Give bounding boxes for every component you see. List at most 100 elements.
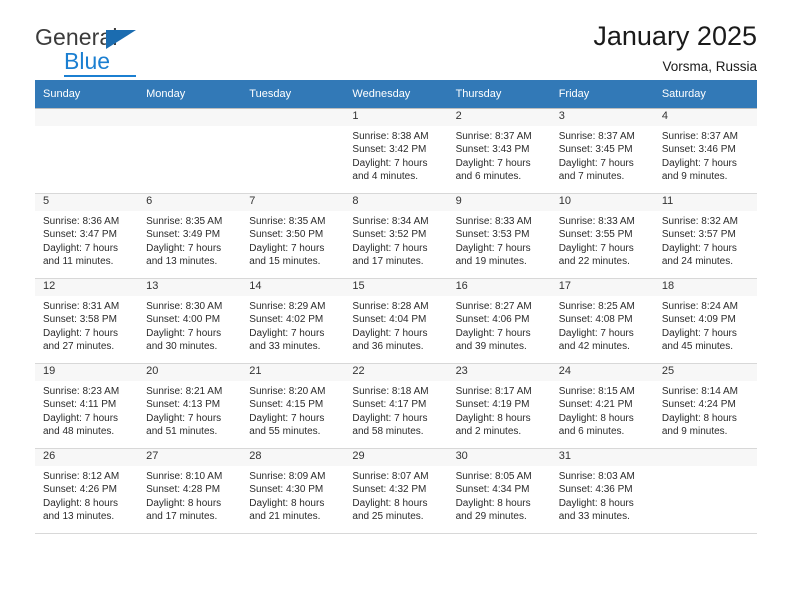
daylight-text-line2: and 48 minutes. xyxy=(43,426,115,438)
daylight-text-line1: Daylight: 7 hours xyxy=(43,327,119,339)
calendar-day-cell[interactable]: 15 Sunrise: 8:28 AM Sunset: 4:04 PM Dayligh… xyxy=(344,278,448,364)
sunset-text: Sunset: 4:19 PM xyxy=(455,399,530,411)
day-number: 22 xyxy=(344,364,448,381)
daylight-text-line2: and 17 minutes. xyxy=(352,256,424,268)
calendar-day-cell[interactable]: 3 Sunrise: 8:37 AM Sunset: 3:45 PM Daylight… xyxy=(550,108,654,194)
sunset-text: Sunset: 3:53 PM xyxy=(455,229,530,241)
calendar-day-cell[interactable]: 21 Sunrise: 8:20 AM Sunset: 4:15 PM Dayligh… xyxy=(241,363,345,449)
sunset-text: Sunset: 4:32 PM xyxy=(352,484,427,496)
calendar-day-cell[interactable]: 29 Sunrise: 8:07 AM Sunset: 4:32 PM Dayligh… xyxy=(344,448,448,534)
day-number: 13 xyxy=(138,279,242,296)
calendar-page: General Blue January 2025 Vorsma, Russia… xyxy=(0,0,792,612)
daylight-text-line2: and 39 minutes. xyxy=(455,341,527,353)
daylight-text-line1: Daylight: 8 hours xyxy=(249,497,325,509)
calendar-day-cell[interactable]: 24 Sunrise: 8:15 AM Sunset: 4:21 PM Dayligh… xyxy=(550,363,654,449)
calendar-day-cell[interactable]: 6 Sunrise: 8:35 AM Sunset: 3:49 PM Daylight… xyxy=(138,193,242,279)
calendar-week-row: 19 Sunrise: 8:23 AM Sunset: 4:11 PM Dayligh… xyxy=(35,363,757,449)
day-number: 6 xyxy=(138,194,242,211)
sunrise-text: Sunrise: 8:37 AM xyxy=(455,131,532,142)
calendar-day-cell[interactable]: 30 Sunrise: 8:05 AM Sunset: 4:34 PM Dayligh… xyxy=(447,448,551,534)
calendar-day-cell[interactable]: 9 Sunrise: 8:33 AM Sunset: 3:53 PM Daylight… xyxy=(447,193,551,279)
daylight-text-line2: and 55 minutes. xyxy=(249,426,321,438)
day-number: 11 xyxy=(653,194,757,211)
sunrise-text: Sunrise: 8:33 AM xyxy=(455,216,532,227)
calendar-day-cell[interactable]: 12 Sunrise: 8:31 AM Sunset: 3:58 PM Dayligh… xyxy=(35,278,139,364)
calendar-day-cell[interactable]: 1 Sunrise: 8:38 AM Sunset: 3:42 PM Daylight… xyxy=(344,108,448,194)
weekday-header-sunday: Sunday xyxy=(35,80,139,109)
sunrise-text: Sunrise: 8:31 AM xyxy=(43,301,120,312)
daylight-text-line2: and 13 minutes. xyxy=(146,256,218,268)
calendar-week-row: 5 Sunrise: 8:36 AM Sunset: 3:47 PM Daylight… xyxy=(35,193,757,279)
calendar-day-cell[interactable]: 27 Sunrise: 8:10 AM Sunset: 4:28 PM Dayligh… xyxy=(138,448,242,534)
daylight-text-line1: Daylight: 7 hours xyxy=(43,412,119,424)
sunset-text: Sunset: 3:57 PM xyxy=(661,229,736,241)
calendar-day-cell[interactable]: 17 Sunrise: 8:25 AM Sunset: 4:08 PM Dayligh… xyxy=(550,278,654,364)
calendar-empty-cell xyxy=(241,108,345,194)
daylight-text-line2: and 19 minutes. xyxy=(455,256,527,268)
calendar-day-cell[interactable]: 4 Sunrise: 8:37 AM Sunset: 3:46 PM Daylight… xyxy=(653,108,757,194)
sunset-text: Sunset: 4:06 PM xyxy=(455,314,530,326)
day-number: 31 xyxy=(550,449,654,466)
calendar-day-cell[interactable]: 23 Sunrise: 8:17 AM Sunset: 4:19 PM Dayligh… xyxy=(447,363,551,449)
day-number: 24 xyxy=(550,364,654,381)
calendar-empty-cell xyxy=(138,108,242,194)
calendar-day-cell[interactable]: 25 Sunrise: 8:14 AM Sunset: 4:24 PM Dayligh… xyxy=(653,363,757,449)
calendar-empty-cell xyxy=(35,108,139,194)
sunrise-text: Sunrise: 8:23 AM xyxy=(43,386,120,397)
sunset-text: Sunset: 4:36 PM xyxy=(558,484,633,496)
sunrise-text: Sunrise: 8:03 AM xyxy=(558,471,635,482)
calendar-day-cell[interactable]: 10 Sunrise: 8:33 AM Sunset: 3:55 PM Dayligh… xyxy=(550,193,654,279)
day-details: Sunrise: 8:37 AM Sunset: 3:43 PM Daylight:… xyxy=(448,126,551,184)
day-number: 26 xyxy=(35,449,139,466)
calendar-day-cell[interactable]: 19 Sunrise: 8:23 AM Sunset: 4:11 PM Dayligh… xyxy=(35,363,139,449)
calendar-day-cell[interactable]: 20 Sunrise: 8:21 AM Sunset: 4:13 PM Dayligh… xyxy=(138,363,242,449)
day-details: Sunrise: 8:03 AM Sunset: 4:36 PM Daylight:… xyxy=(551,466,654,524)
calendar-day-cell[interactable]: 14 Sunrise: 8:29 AM Sunset: 4:02 PM Dayligh… xyxy=(241,278,345,364)
sunset-text: Sunset: 4:30 PM xyxy=(249,484,324,496)
general-blue-logo[interactable]: General Blue xyxy=(35,26,215,78)
day-details: Sunrise: 8:31 AM Sunset: 3:58 PM Daylight:… xyxy=(35,296,138,354)
day-details: Sunrise: 8:20 AM Sunset: 4:15 PM Daylight:… xyxy=(241,381,344,439)
calendar-day-cell[interactable]: 8 Sunrise: 8:34 AM Sunset: 3:52 PM Daylight… xyxy=(344,193,448,279)
daylight-text-line2: and 45 minutes. xyxy=(661,341,734,353)
sunrise-text: Sunrise: 8:20 AM xyxy=(249,386,326,397)
calendar-day-cell[interactable]: 22 Sunrise: 8:18 AM Sunset: 4:17 PM Dayligh… xyxy=(344,363,448,449)
sunset-text: Sunset: 4:00 PM xyxy=(146,314,221,326)
sunrise-text: Sunrise: 8:36 AM xyxy=(43,216,120,227)
sunset-text: Sunset: 4:26 PM xyxy=(43,484,117,496)
day-number: 9 xyxy=(447,194,551,211)
daylight-text-line1: Daylight: 8 hours xyxy=(146,497,222,509)
calendar-week-row: 1 Sunrise: 8:38 AM Sunset: 3:42 PM Daylight… xyxy=(35,108,757,194)
sunset-text: Sunset: 4:04 PM xyxy=(352,314,427,326)
day-details: Sunrise: 8:27 AM Sunset: 4:06 PM Daylight:… xyxy=(448,296,551,354)
calendar-day-cell[interactable]: 5 Sunrise: 8:36 AM Sunset: 3:47 PM Daylight… xyxy=(35,193,139,279)
daylight-text-line2: and 2 minutes. xyxy=(455,426,522,438)
day-details: Sunrise: 8:09 AM Sunset: 4:30 PM Daylight:… xyxy=(241,466,344,524)
day-details: Sunrise: 8:33 AM Sunset: 3:55 PM Daylight:… xyxy=(551,211,654,269)
calendar-day-cell[interactable]: 28 Sunrise: 8:09 AM Sunset: 4:30 PM Dayligh… xyxy=(241,448,345,534)
daylight-text-line1: Daylight: 7 hours xyxy=(661,242,737,254)
sunrise-text: Sunrise: 8:30 AM xyxy=(146,301,223,312)
daylight-text-line1: Daylight: 8 hours xyxy=(558,412,634,424)
sunrise-text: Sunrise: 8:09 AM xyxy=(249,471,326,482)
day-number: 20 xyxy=(138,364,242,381)
calendar-day-cell[interactable]: 7 Sunrise: 8:35 AM Sunset: 3:50 PM Daylight… xyxy=(241,193,345,279)
calendar-day-cell[interactable]: 13 Sunrise: 8:30 AM Sunset: 4:00 PM Dayligh… xyxy=(138,278,242,364)
sunrise-text: Sunrise: 8:15 AM xyxy=(558,386,635,397)
calendar-day-cell[interactable]: 31 Sunrise: 8:03 AM Sunset: 4:36 PM Dayligh… xyxy=(550,448,654,534)
sunset-text: Sunset: 3:43 PM xyxy=(455,144,530,156)
logo-underline xyxy=(64,75,136,77)
day-details: Sunrise: 8:37 AM Sunset: 3:45 PM Daylight:… xyxy=(551,126,654,184)
daylight-text-line1: Daylight: 7 hours xyxy=(661,157,737,169)
daylight-text-line1: Daylight: 7 hours xyxy=(352,157,428,169)
calendar-day-cell[interactable]: 2 Sunrise: 8:37 AM Sunset: 3:43 PM Daylight… xyxy=(447,108,551,194)
weekday-header-saturday: Saturday xyxy=(653,80,757,109)
day-details: Sunrise: 8:23 AM Sunset: 4:11 PM Daylight:… xyxy=(35,381,138,439)
daylight-text-line2: and 24 minutes. xyxy=(661,256,734,268)
calendar-day-cell[interactable]: 16 Sunrise: 8:27 AM Sunset: 4:06 PM Dayligh… xyxy=(447,278,551,364)
calendar-day-cell[interactable]: 11 Sunrise: 8:32 AM Sunset: 3:57 PM Dayligh… xyxy=(653,193,757,279)
daylight-text-line2: and 7 minutes. xyxy=(558,171,625,183)
title-block: January 2025 Vorsma, Russia xyxy=(593,21,757,73)
calendar-day-cell[interactable]: 26 Sunrise: 8:12 AM Sunset: 4:26 PM Dayligh… xyxy=(35,448,139,534)
calendar-day-cell[interactable]: 18 Sunrise: 8:24 AM Sunset: 4:09 PM Dayligh… xyxy=(653,278,757,364)
